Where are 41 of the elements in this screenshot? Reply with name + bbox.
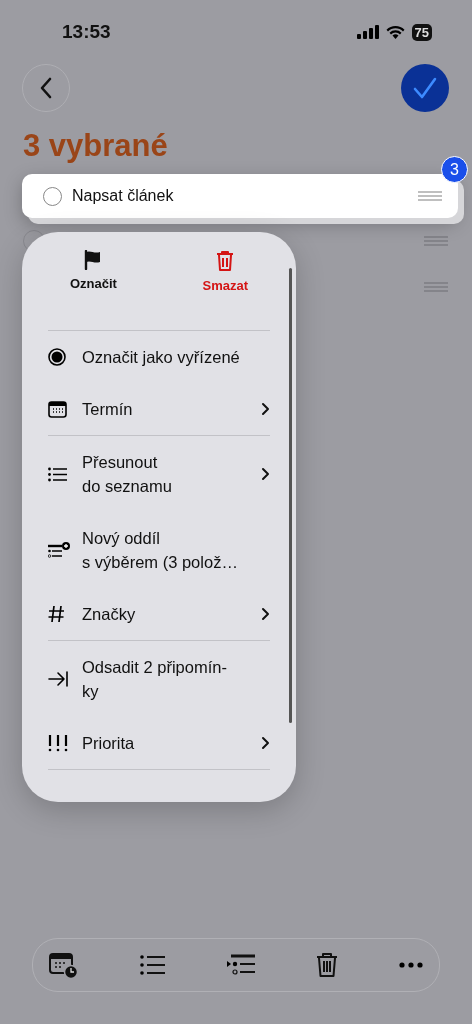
chevron-right-icon [261,736,270,750]
back-chevron-icon [39,77,53,99]
chevron-right-icon [261,607,270,621]
filled-circle-icon [48,348,66,366]
list-plus-icon [48,541,70,559]
calendar-icon [48,400,67,418]
indent-list-icon[interactable] [227,954,255,976]
priority-icon [48,734,68,752]
chevron-right-icon [261,467,270,481]
menu-item[interactable]: Termín [48,383,270,435]
trash-icon [216,250,235,272]
list-icon[interactable] [140,955,166,975]
trash-icon[interactable] [316,952,338,978]
drag-handle-icon [418,191,442,201]
drag-handle-icon [424,236,448,246]
menu-action[interactable]: Označit [70,246,117,330]
hash-icon [48,605,65,623]
back-button[interactable] [22,64,70,112]
reminder-title: Napsat článek [72,187,175,205]
menu-item[interactable]: Odsadit 2 připomín- ky [48,641,270,717]
indent-arrow-icon [48,671,68,687]
wifi-icon [385,25,405,39]
menu-action[interactable]: Smazat [202,246,248,330]
menu-item[interactable]: Přesunout do seznamu [48,436,270,512]
page-title: 3 vybrané [23,128,169,164]
chevron-right-icon [261,402,270,416]
done-button[interactable] [401,64,449,112]
drag-handle-icon [424,282,448,292]
menu-item[interactable]: Priorita [48,717,270,769]
status-time: 13:53 [62,21,111,43]
count-badge: 3 [441,156,468,183]
menu-item[interactable]: Označit jako vyřízené [48,331,270,383]
battery-level: 75 [411,23,432,41]
more-icon[interactable] [399,962,423,968]
flag-icon [84,250,103,270]
menu-item[interactable]: Nový oddíl s výběrem (3 polož… [48,512,270,588]
list-icon [48,466,67,482]
signal-icon [356,25,379,39]
menu-item[interactable]: Značky [48,588,270,640]
checkmark-icon [412,76,438,100]
calendar-clock-icon[interactable] [49,951,79,979]
